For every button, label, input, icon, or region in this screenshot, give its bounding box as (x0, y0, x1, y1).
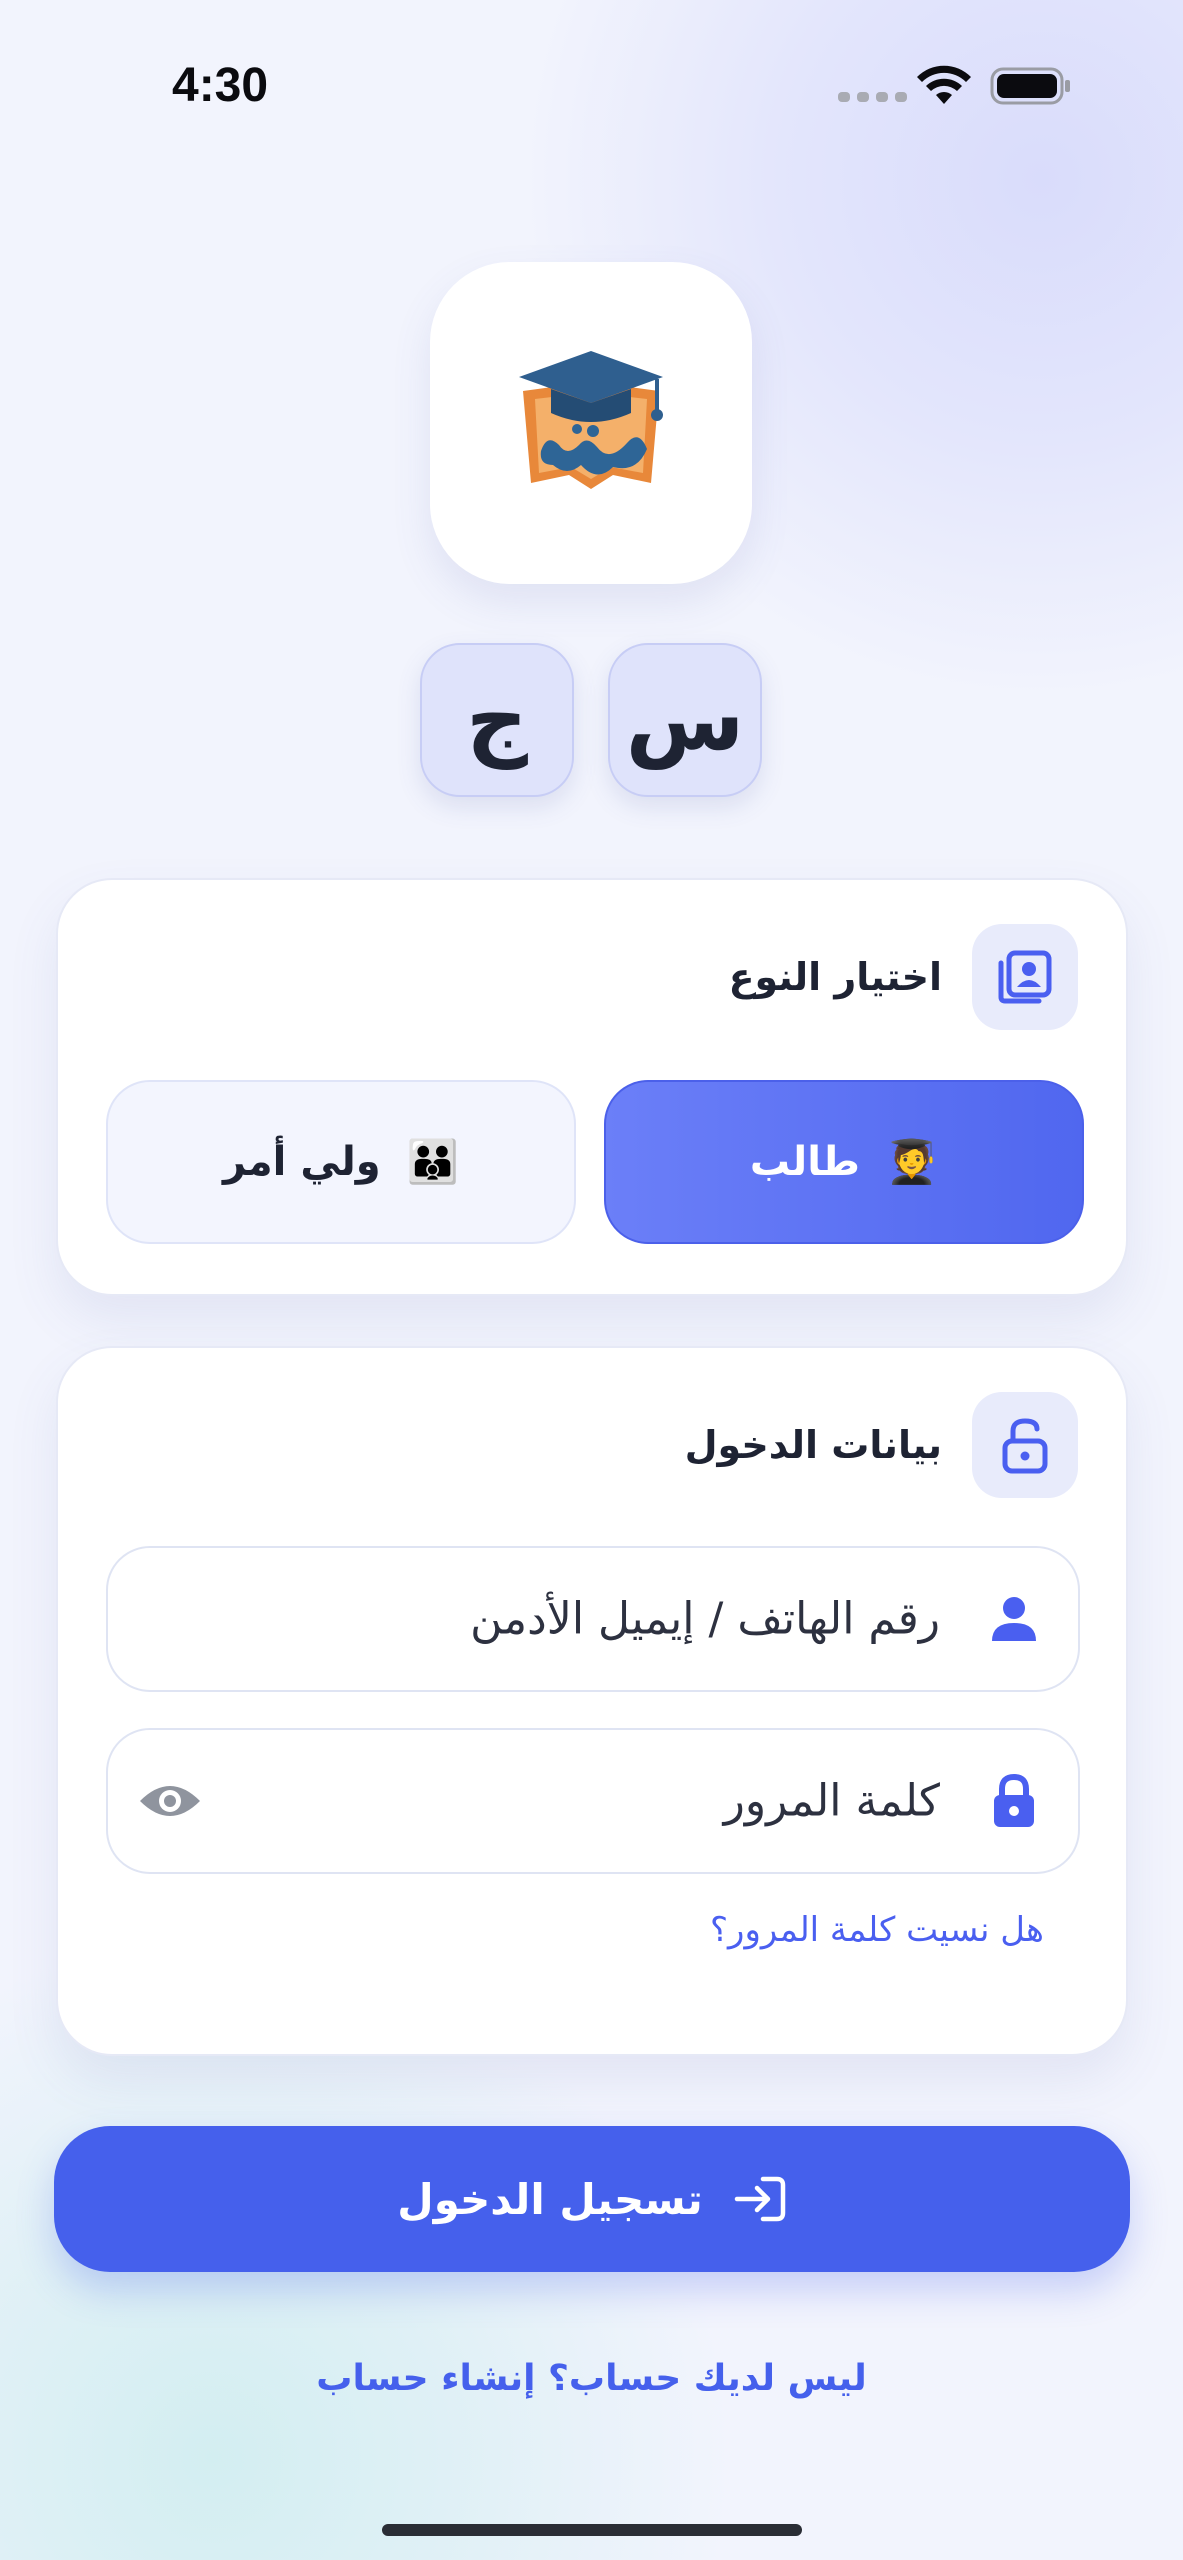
type-student-button[interactable]: 🧑‍🎓 طالب (604, 1080, 1084, 1244)
app-logo (430, 262, 752, 584)
user-icon (992, 1597, 1036, 1641)
username-field[interactable]: رقم الهاتف / إيميل الأدمن (106, 1546, 1080, 1692)
wifi-icon (917, 65, 971, 104)
family-emoji-icon: 👪 (406, 1137, 459, 1186)
lock-open-icon (972, 1392, 1078, 1498)
student-emoji-icon: 🧑‍🎓 (885, 1137, 939, 1186)
profile-card-icon (972, 924, 1078, 1030)
login-arrow-icon (734, 2176, 786, 2222)
battery-icon (990, 67, 1070, 105)
account-type-header: اختيار النوع (729, 924, 1078, 1030)
password-field[interactable]: كلمة المرور (106, 1728, 1080, 1874)
account-type-title: اختيار النوع (728, 955, 942, 999)
username-placeholder: رقم الهاتف / إيميل الأدمن (470, 1593, 940, 1645)
password-placeholder: كلمة المرور (723, 1775, 940, 1827)
login-button[interactable]: تسجيل الدخول (54, 2126, 1130, 2272)
signal-dots-icon (838, 92, 907, 102)
letter-tile-seen: س (608, 643, 762, 797)
status-time: 4:30 (172, 59, 269, 112)
type-parent-button[interactable]: 👪 ولي أمر (106, 1080, 576, 1244)
login-credentials-header: بيانات الدخول (685, 1392, 1078, 1498)
login-credentials-title: بيانات الدخول (684, 1423, 942, 1467)
type-parent-label: ولي أمر (223, 1139, 381, 1185)
home-indicator[interactable] (382, 2524, 802, 2536)
login-credentials-card: بيانات الدخول رقم الهاتف / إيميل الأدمن … (56, 1346, 1128, 2056)
graduation-logo-icon (519, 351, 663, 489)
eye-icon[interactable] (138, 1779, 202, 1823)
type-student-label: طالب (749, 1139, 860, 1185)
account-type-card: اختيار النوع 🧑‍🎓 طالب 👪 ولي أمر (56, 878, 1128, 1296)
signup-link[interactable]: ليس لديك حساب؟ إنشاء حساب (0, 2358, 1183, 2399)
lock-icon (994, 1773, 1034, 1827)
forgot-password-link[interactable]: هل نسيت كلمة المرور؟ (710, 1910, 1044, 1950)
login-button-label: تسجيل الدخول (397, 2174, 703, 2224)
letter-tile-jeem: ج (420, 643, 574, 797)
